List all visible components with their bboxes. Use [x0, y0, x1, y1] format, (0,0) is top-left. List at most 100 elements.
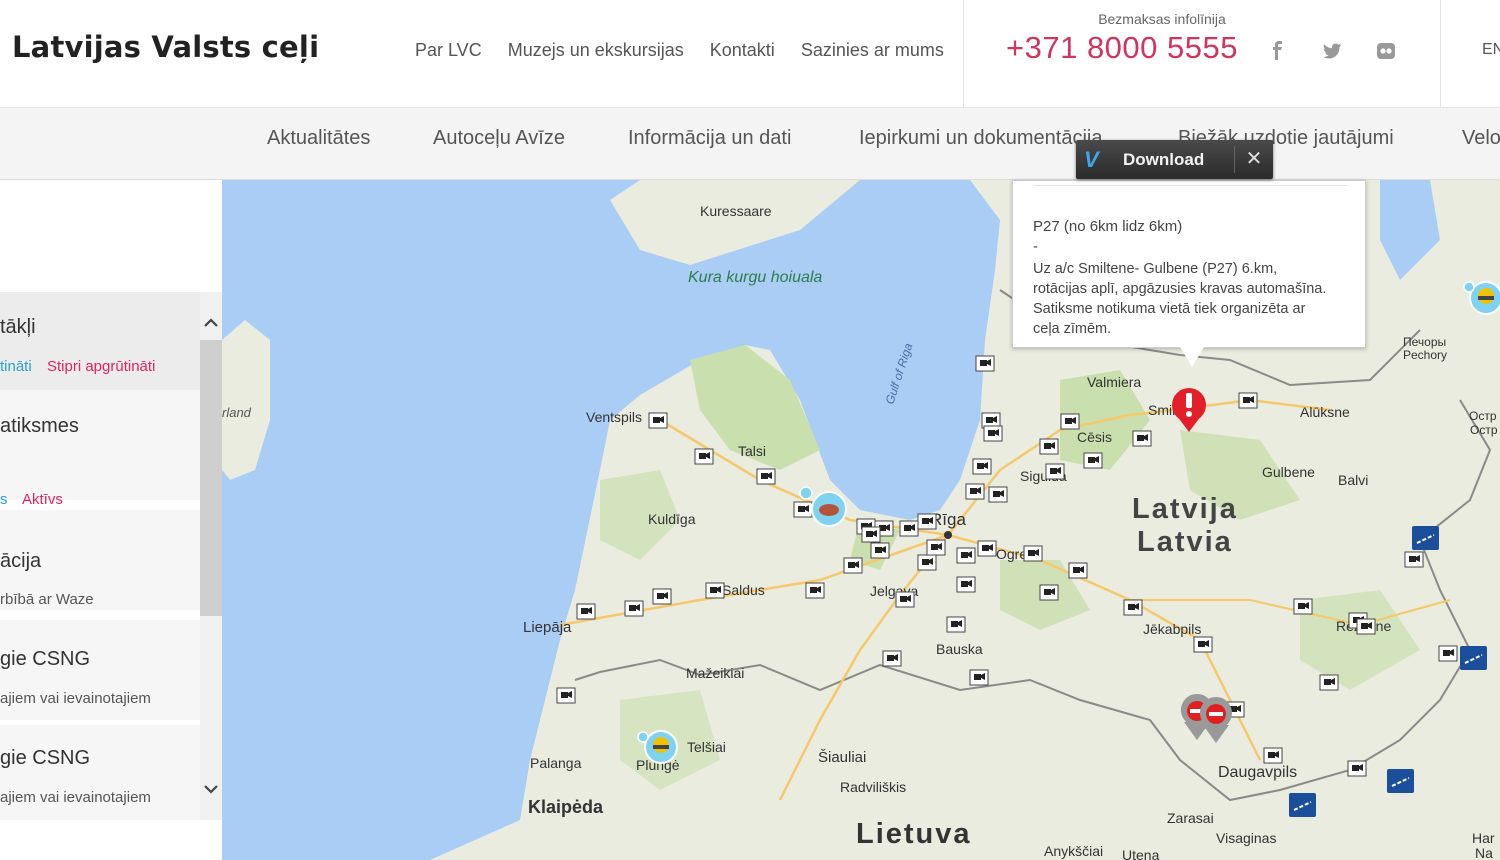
border-crossing-icon[interactable] — [1412, 526, 1439, 550]
camera-icon[interactable] — [882, 650, 902, 667]
camera-icon[interactable] — [1039, 584, 1059, 601]
main-nav-iepirkumi[interactable]: Iepirkumi un dokumentācija — [859, 127, 1102, 150]
camera-icon[interactable] — [1438, 645, 1458, 662]
camera-icon[interactable] — [972, 458, 992, 475]
video-download-bar[interactable]: V Download ✕ — [1076, 140, 1273, 179]
download-button[interactable]: Download — [1123, 150, 1204, 170]
layer-section-road-network[interactable]: tākļi tināti Stipri apgrūtināti — [0, 292, 200, 390]
border-crossing-icon[interactable] — [1460, 646, 1487, 670]
camera-icon[interactable] — [956, 576, 976, 593]
main-nav-autocelu-avize[interactable]: Autoceļu Avīze — [433, 127, 565, 150]
header-divider — [1440, 0, 1441, 108]
layer-option[interactable]: Stipri apgrūtināti — [47, 358, 155, 375]
camera-icon[interactable] — [1023, 545, 1043, 562]
hotline-number[interactable]: +371 8000 5555 — [1006, 30, 1238, 66]
map-label-siauliai: Šiauliai — [818, 749, 866, 766]
incident-description: Uz a/c Smiltene- Gulbene (P27) 6.km, rot… — [1033, 261, 1327, 337]
main-nav: Aktualitātes Autoceļu Avīze Informācija … — [0, 108, 1500, 180]
camera-icon[interactable] — [1356, 618, 1376, 635]
map-label-saldus: Saldus — [722, 582, 765, 598]
layer-section-csng-2[interactable]: gie CSNG ajiem vai ievainotajiem — [0, 725, 200, 820]
camera-icon[interactable] — [946, 616, 966, 633]
camera-icon[interactable] — [988, 486, 1008, 503]
map-label-balvi: Balvi — [1338, 472, 1368, 488]
map-label-cesis: Cēsis — [1077, 429, 1112, 445]
camera-icon[interactable] — [1347, 760, 1367, 777]
camera-icon[interactable] — [977, 540, 997, 557]
camera-icon[interactable] — [1132, 430, 1152, 447]
downloader-logo-icon: V — [1084, 147, 1099, 172]
download-bar-divider — [1234, 146, 1235, 173]
camera-icon[interactable] — [1319, 674, 1339, 691]
camera-icon[interactable] — [843, 557, 863, 574]
layer-section-csng-1[interactable]: gie CSNG ajiem vai ievainotajiem — [0, 620, 200, 720]
camera-icon[interactable] — [624, 600, 644, 617]
main-nav-informacija[interactable]: Informācija un dati — [628, 127, 791, 150]
border-crossing-icon[interactable] — [1289, 793, 1316, 817]
layer-option[interactable]: Aktīvs — [22, 491, 63, 508]
camera-icon[interactable] — [1083, 452, 1103, 469]
map-label-kura-kurgu-text: Kura kurgu hoiuala — [688, 269, 822, 286]
close-icon[interactable]: ✕ — [1241, 146, 1267, 172]
camera-icon[interactable] — [1060, 413, 1080, 430]
camera-icon[interactable] — [1404, 551, 1424, 568]
camera-icon[interactable] — [975, 355, 995, 372]
incident-separator: - — [1033, 238, 1038, 255]
camera-icon[interactable] — [1045, 463, 1065, 480]
top-nav-muzejs[interactable]: Muzejs un ekskursijas — [508, 40, 684, 61]
layer-option[interactable]: tināti — [0, 358, 32, 375]
top-nav-kontakti[interactable]: Kontakti — [710, 40, 775, 61]
layer-subtitle: ajiem vai ievainotajiem — [0, 690, 151, 707]
map-label-jekabpils: Jēkabpils — [1143, 621, 1201, 637]
main-nav-aktualitates[interactable]: Aktualitātes — [267, 127, 370, 150]
map-label-klaipeda: Klaipėda — [528, 797, 604, 817]
camera-icon[interactable] — [556, 687, 576, 704]
twitter-icon[interactable] — [1321, 40, 1343, 62]
chevron-up-icon[interactable] — [200, 312, 222, 334]
camera-icon[interactable] — [648, 412, 668, 429]
layer-section-waze[interactable]: ācija rbībā ar Waze — [0, 510, 200, 610]
main-nav-velo[interactable]: Velo — [1462, 127, 1500, 150]
camera-icon[interactable] — [793, 501, 813, 518]
camera-icon[interactable] — [576, 603, 596, 620]
facebook-icon[interactable] — [1267, 40, 1289, 62]
sidebar-scrollbar-thumb[interactable] — [200, 340, 222, 616]
map-label-kuldiga: Kuldīga — [648, 511, 696, 527]
layer-option[interactable]: s — [0, 491, 8, 508]
camera-icon[interactable] — [1293, 598, 1313, 615]
language-switch[interactable]: EN — [1482, 41, 1500, 59]
camera-icon[interactable] — [861, 526, 881, 543]
camera-icon[interactable] — [694, 448, 714, 465]
camera-icon[interactable] — [870, 542, 890, 559]
camera-icon[interactable] — [1068, 562, 1088, 579]
camera-icon[interactable] — [956, 547, 976, 564]
border-crossing-icon[interactable] — [1387, 769, 1414, 793]
camera-icon[interactable] — [926, 539, 946, 556]
camera-icon[interactable] — [705, 582, 725, 599]
camera-icon[interactable] — [917, 554, 937, 571]
camera-icon[interactable] — [756, 468, 776, 485]
camera-icon[interactable] — [917, 513, 937, 530]
map-layers-sidebar: tākļi tināti Stipri apgrūtināti atiksmes… — [0, 180, 222, 860]
camera-icon[interactable] — [805, 582, 825, 599]
camera-icon[interactable] — [652, 588, 672, 605]
map-label-kura-kurgu: Kura kurgu hoiuala — [688, 269, 822, 286]
site-logo[interactable]: Latvijas Valsts ceļi — [12, 30, 319, 64]
top-nav-sazinies[interactable]: Sazinies ar mums — [801, 40, 944, 61]
camera-icon[interactable] — [899, 520, 919, 537]
flickr-icon[interactable] — [1375, 40, 1397, 62]
camera-icon[interactable] — [1263, 747, 1283, 764]
camera-icon[interactable] — [965, 483, 985, 500]
top-nav-par-lvc[interactable]: Par LVC — [415, 40, 482, 61]
camera-icon[interactable] — [895, 591, 915, 608]
camera-icon[interactable] — [1123, 599, 1143, 616]
camera-icon[interactable] — [1238, 392, 1258, 409]
camera-icon[interactable] — [1193, 636, 1213, 653]
camera-icon[interactable] — [983, 425, 1003, 442]
camera-icon[interactable] — [969, 669, 989, 686]
map-label-ostrov-2: Остр — [1470, 423, 1498, 437]
chevron-down-icon[interactable] — [200, 778, 222, 800]
map-label-bauska: Bauska — [936, 641, 983, 657]
camera-icon[interactable] — [1039, 438, 1059, 455]
layer-section-traffic[interactable]: atiksmes s Aktīvs — [0, 390, 200, 508]
